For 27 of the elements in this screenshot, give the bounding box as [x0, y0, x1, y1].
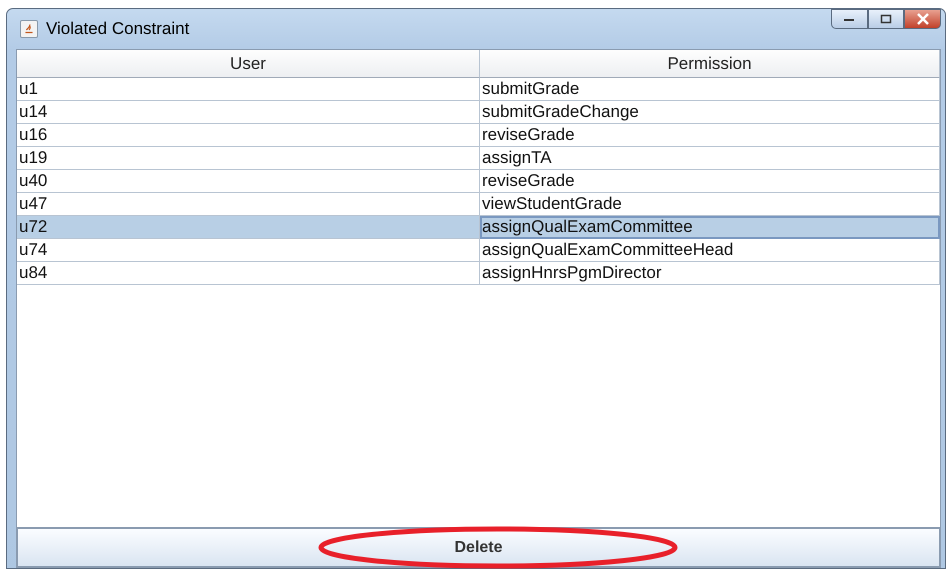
column-header[interactable]: Permission: [480, 50, 940, 78]
table-cell[interactable]: u84: [17, 262, 480, 285]
table-cell[interactable]: assignTA: [480, 147, 940, 170]
minimize-icon: [843, 16, 856, 22]
close-button[interactable]: [904, 9, 942, 29]
table-cell[interactable]: submitGrade: [480, 78, 940, 101]
table-cell[interactable]: reviseGrade: [480, 170, 940, 193]
table-cell[interactable]: assignHnrsPgmDirector: [480, 262, 940, 285]
minimize-button[interactable]: [831, 9, 868, 29]
table-cell[interactable]: reviseGrade: [480, 124, 940, 147]
maximize-button[interactable]: [868, 9, 904, 29]
table-cell[interactable]: u1: [17, 78, 480, 101]
table-cell[interactable]: u16: [17, 124, 480, 147]
table-cell[interactable]: assignQualExamCommittee: [480, 216, 940, 239]
table-cell[interactable]: submitGradeChange: [480, 101, 940, 124]
table-cell[interactable]: assignQualExamCommitteeHead: [480, 239, 940, 262]
app-icon: [20, 20, 38, 38]
table-cell[interactable]: u14: [17, 101, 480, 124]
table-cell[interactable]: u19: [17, 147, 480, 170]
column-header[interactable]: User: [17, 50, 480, 78]
maximize-icon: [880, 14, 892, 24]
window-title: Violated Constraint: [46, 19, 190, 39]
table-cell[interactable]: u74: [17, 239, 480, 262]
close-icon: [916, 13, 930, 25]
table-cell[interactable]: u72: [17, 216, 480, 239]
table-cell[interactable]: u40: [17, 170, 480, 193]
delete-button[interactable]: Delete: [17, 528, 940, 567]
